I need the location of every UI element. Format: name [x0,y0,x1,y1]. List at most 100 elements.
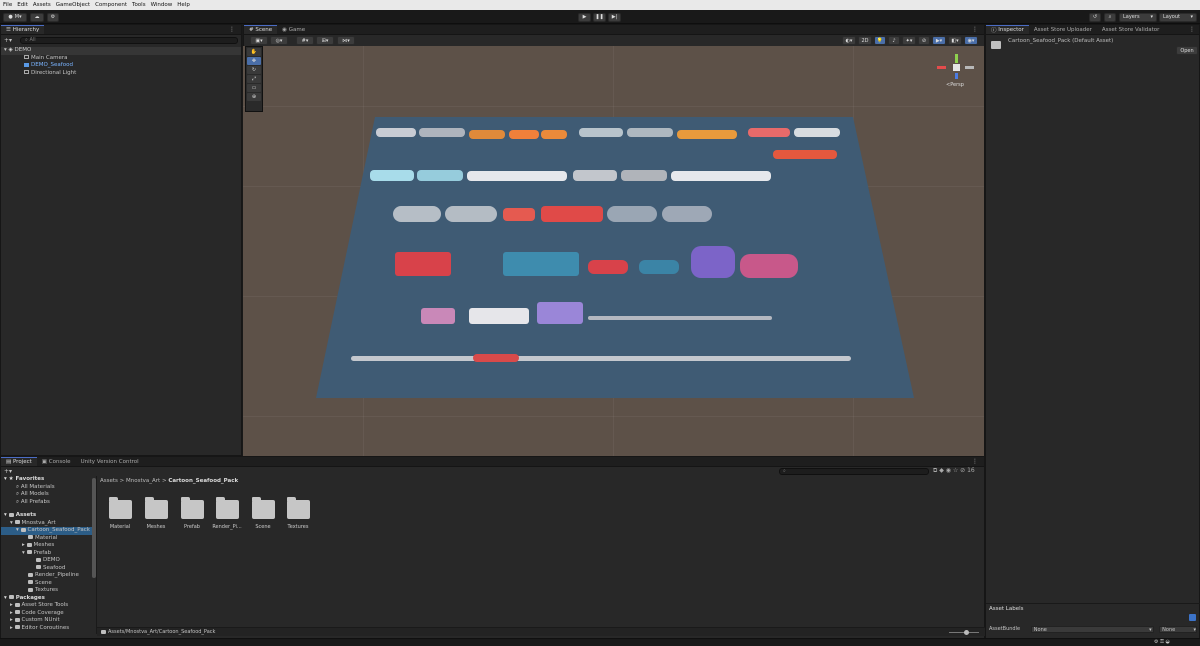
pause-button[interactable]: ❚❚ [593,12,606,22]
open-button[interactable]: Open [1176,46,1198,55]
chevron-down-icon: ▾ [1190,14,1193,20]
packages-header[interactable]: ▾ Packages [1,595,96,603]
favorites-header[interactable]: ▾ ★ Favorites [1,476,96,484]
folder-item[interactable]: Prefab [177,497,207,530]
hand-tool-icon[interactable]: ✋ [247,48,261,56]
grid-snap-dropdown[interactable]: #▾ [296,36,314,45]
menu-assets[interactable]: Assets [33,2,51,8]
project-filter-icons[interactable]: ⧉ ◆ ◉ ☆ ⊘ 16 [933,467,975,475]
tab-scene[interactable]: # Scene [244,25,278,34]
breadcrumb-item[interactable]: Assets [100,478,118,484]
lighting-toggle-icon[interactable]: 💡 [874,36,886,45]
cloud-icon[interactable]: ☁ [30,12,44,22]
tree-item-selected[interactable]: ▾ Cartoon_Seafood_Pack [1,527,96,535]
tab-project[interactable]: ▤ Project [1,457,37,466]
layers-dropdown[interactable]: Layers ▾ [1119,12,1157,22]
tab-asset-store-validator[interactable]: Asset Store Validator [1097,25,1164,34]
menu-edit[interactable]: Edit [17,2,28,8]
package-item[interactable]: ▸ Custom NUnit [1,617,96,625]
package-item[interactable]: ▸ Asset Store Tools [1,602,96,610]
gizmos-dropdown[interactable]: ◧▾ [948,36,962,45]
account-button[interactable]: ● M ▾ [3,12,27,22]
tab-console[interactable]: ▣ Console [37,457,76,466]
history-icon[interactable]: ↺ [1089,12,1101,22]
search-icon[interactable]: ⌕ [1104,12,1116,22]
folder-item[interactable]: Material [105,497,135,530]
tree-item[interactable]: Material [1,535,96,543]
zoom-slider-handle[interactable] [964,630,969,635]
favorite-item[interactable]: ⌕ All Models [1,491,96,499]
rotate-tool-icon[interactable]: ↻ [247,66,261,74]
hierarchy-item-demo-seafood[interactable]: DEMO_Seafood [1,62,241,70]
more-icon[interactable]: ⋮ [972,457,984,466]
menu-help[interactable]: Help [177,2,190,8]
audio-toggle-icon[interactable]: ♪ [888,36,900,45]
status-icons[interactable]: ⚙ ⚿ ◒ [1154,639,1170,645]
effects-dropdown[interactable]: ✦▾ [902,36,916,45]
project-search-input[interactable]: ⌕ [779,468,929,475]
shading-dropdown[interactable]: ◐▾ [842,36,856,45]
increment-snap-dropdown[interactable]: ⊞▾ [316,36,334,45]
draw-mode-dropdown[interactable]: ▣▾ [250,36,268,45]
folder-item[interactable]: Meshes [141,497,171,530]
tree-scrollbar[interactable] [92,478,96,578]
tree-item[interactable]: Scene [1,580,96,588]
add-icon[interactable]: +▾ [4,37,12,44]
scene-gizmo-dropdown[interactable]: ◉▾ [964,36,978,45]
menu-component[interactable]: Component [95,2,127,8]
tab-inspector[interactable]: ⓘ Inspector [986,25,1029,34]
folder-item[interactable]: Scene [248,497,278,530]
tab-unity-version-control[interactable]: Unity Version Control [76,457,144,466]
menu-file[interactable]: File [3,2,12,8]
package-item[interactable]: ▸ Editor Coroutines [1,625,96,633]
favorite-item[interactable]: ⌕ All Materials [1,484,96,492]
favorite-item[interactable]: ⌕ All Prefabs [1,499,96,507]
tree-item[interactable]: ▾ Prefab [1,550,96,558]
breadcrumb-item[interactable]: Mnostva_Art [126,478,160,484]
scale-tool-icon[interactable]: ⤢ [247,75,261,83]
gear-icon[interactable]: ⚙ [47,12,59,22]
package-item[interactable]: ▸ Code Coverage [1,610,96,618]
folder-item[interactable]: Render_Pi... [212,497,242,530]
tab-game[interactable]: ◉ Game [277,25,310,34]
add-icon[interactable]: +▾ [4,468,12,475]
tab-asset-store-uploader[interactable]: Asset Store Uploader [1029,25,1097,34]
render-dropdown[interactable]: ⋈▾ [337,36,355,45]
hierarchy-item-directional-light[interactable]: Directional Light [1,70,241,78]
tree-item[interactable]: Textures [1,587,96,595]
folder-item[interactable]: Textures [283,497,313,530]
menu-window[interactable]: Window [151,2,173,8]
hierarchy-scene-row[interactable]: ▾ ◈ DEMO [1,47,241,55]
tab-hierarchy[interactable]: ☰ Hierarchy [1,25,45,34]
pivot-dropdown[interactable]: ◎▾ [270,36,288,45]
hierarchy-item-main-camera[interactable]: Main Camera [1,55,241,63]
tree-item[interactable]: Seafood [1,565,96,573]
variant-dropdown[interactable]: None ▾ [1159,625,1197,633]
more-icon[interactable]: ⋮ [229,25,241,34]
move-tool-icon[interactable]: ✥ [247,57,261,65]
hierarchy-search-input[interactable]: ⌕ All [20,36,238,44]
menu-tools[interactable]: Tools [132,2,146,8]
rect-tool-icon[interactable]: ▭ [247,84,261,92]
label-tag-icon[interactable] [1189,614,1196,621]
tree-item[interactable]: ▾ Mnostva_Art [1,520,96,528]
tree-item[interactable]: DEMO [1,557,96,565]
hidden-objects-icon[interactable]: ⊘ [918,36,930,45]
orientation-gizmo[interactable]: <Persp [935,54,979,90]
breadcrumb-current[interactable]: Cartoon_Seafood_Pack [168,478,238,484]
play-button[interactable]: ▶ [578,12,591,22]
layout-dropdown[interactable]: Layout ▾ [1159,12,1197,22]
assets-header[interactable]: ▾ Assets [1,512,96,520]
tree-item[interactable]: Render_Pipeline [1,572,96,580]
more-icon[interactable]: ⋮ [972,25,984,34]
step-button[interactable]: ▶| [608,12,621,22]
scene-viewport[interactable]: ✋ ✥ ↻ ⤢ ▭ ⊕ <Persp [243,46,984,456]
menu-gameobject[interactable]: GameObject [56,2,90,8]
more-icon[interactable]: ⋮ [1189,25,1199,34]
persp-label[interactable]: <Persp [946,82,964,88]
camera-dropdown[interactable]: ▶▾ [932,36,946,45]
transform-tool-icon[interactable]: ⊕ [247,93,261,101]
assetbundle-dropdown[interactable]: None ▾ [1030,625,1155,633]
tree-item[interactable]: ▸ Meshes [1,542,96,550]
toggle-2d-button[interactable]: 2D [858,36,872,45]
